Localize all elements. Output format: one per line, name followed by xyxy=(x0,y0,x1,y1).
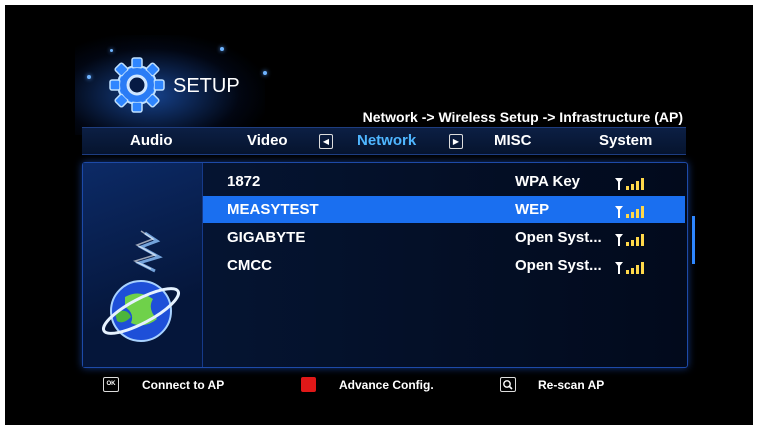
header: SETUP Network -> Wireless Setup -> Infra… xyxy=(5,5,753,135)
ap-name: 1872 xyxy=(227,173,261,190)
page-title: SETUP xyxy=(173,75,240,97)
globe-icon xyxy=(101,230,181,342)
ap-row-measytest[interactable]: MEASYTEST WEP xyxy=(203,196,685,223)
decor-dot xyxy=(220,47,224,51)
red-key-icon xyxy=(301,377,316,392)
tab-bar: Audio Video ◀ Network ▶ MISC System xyxy=(82,127,686,155)
connect-to-ap-hint[interactable]: Connect to AP xyxy=(142,378,224,392)
arrow-right-icon[interactable]: ▶ xyxy=(449,134,463,149)
footer-hints: OK Connect to AP Advance Config. Re-scan… xyxy=(5,373,753,403)
rescan-icon xyxy=(500,377,516,392)
decor-dot xyxy=(87,75,91,79)
ap-list: 1872 WPA Key MEASYTEST WEP GIGABYTE Open… xyxy=(203,163,687,367)
tab-misc[interactable]: MISC xyxy=(494,132,532,149)
ap-name: MEASYTEST xyxy=(227,201,319,218)
advance-config-hint[interactable]: Advance Config. xyxy=(339,378,434,392)
rescan-ap-hint[interactable]: Re-scan AP xyxy=(538,378,604,392)
ok-key-icon: OK xyxy=(103,377,119,392)
decor-dot xyxy=(263,71,267,75)
ap-security: Open Syst... xyxy=(515,229,602,246)
gear-icon xyxy=(109,57,165,113)
signal-icon xyxy=(615,178,644,190)
ap-security: WEP xyxy=(515,201,550,218)
ap-name: CMCC xyxy=(227,257,272,274)
signal-icon xyxy=(615,262,644,274)
breadcrumb: Network -> Wireless Setup -> Infrastruct… xyxy=(362,109,683,125)
left-pane xyxy=(83,163,203,367)
ap-row-cmcc[interactable]: CMCC Open Syst... xyxy=(203,252,685,279)
decor-dot xyxy=(110,49,113,52)
ap-row-1872[interactable]: 1872 WPA Key xyxy=(203,168,685,195)
tab-network[interactable]: Network xyxy=(357,132,416,149)
ap-row-gigabyte[interactable]: GIGABYTE Open Syst... xyxy=(203,224,685,251)
scrollbar[interactable] xyxy=(692,216,695,264)
signal-icon xyxy=(615,206,644,218)
arrow-left-icon[interactable]: ◀ xyxy=(319,134,333,149)
tv-screen: SETUP Network -> Wireless Setup -> Infra… xyxy=(5,5,753,425)
ap-security: WPA Key xyxy=(515,173,581,190)
tab-video[interactable]: Video xyxy=(247,132,288,149)
tab-system[interactable]: System xyxy=(599,132,652,149)
ap-security: Open Syst... xyxy=(515,257,602,274)
signal-icon xyxy=(615,234,644,246)
ap-panel: 1872 WPA Key MEASYTEST WEP GIGABYTE Open… xyxy=(82,162,695,368)
ap-name: GIGABYTE xyxy=(227,229,306,246)
tab-audio[interactable]: Audio xyxy=(130,132,173,149)
